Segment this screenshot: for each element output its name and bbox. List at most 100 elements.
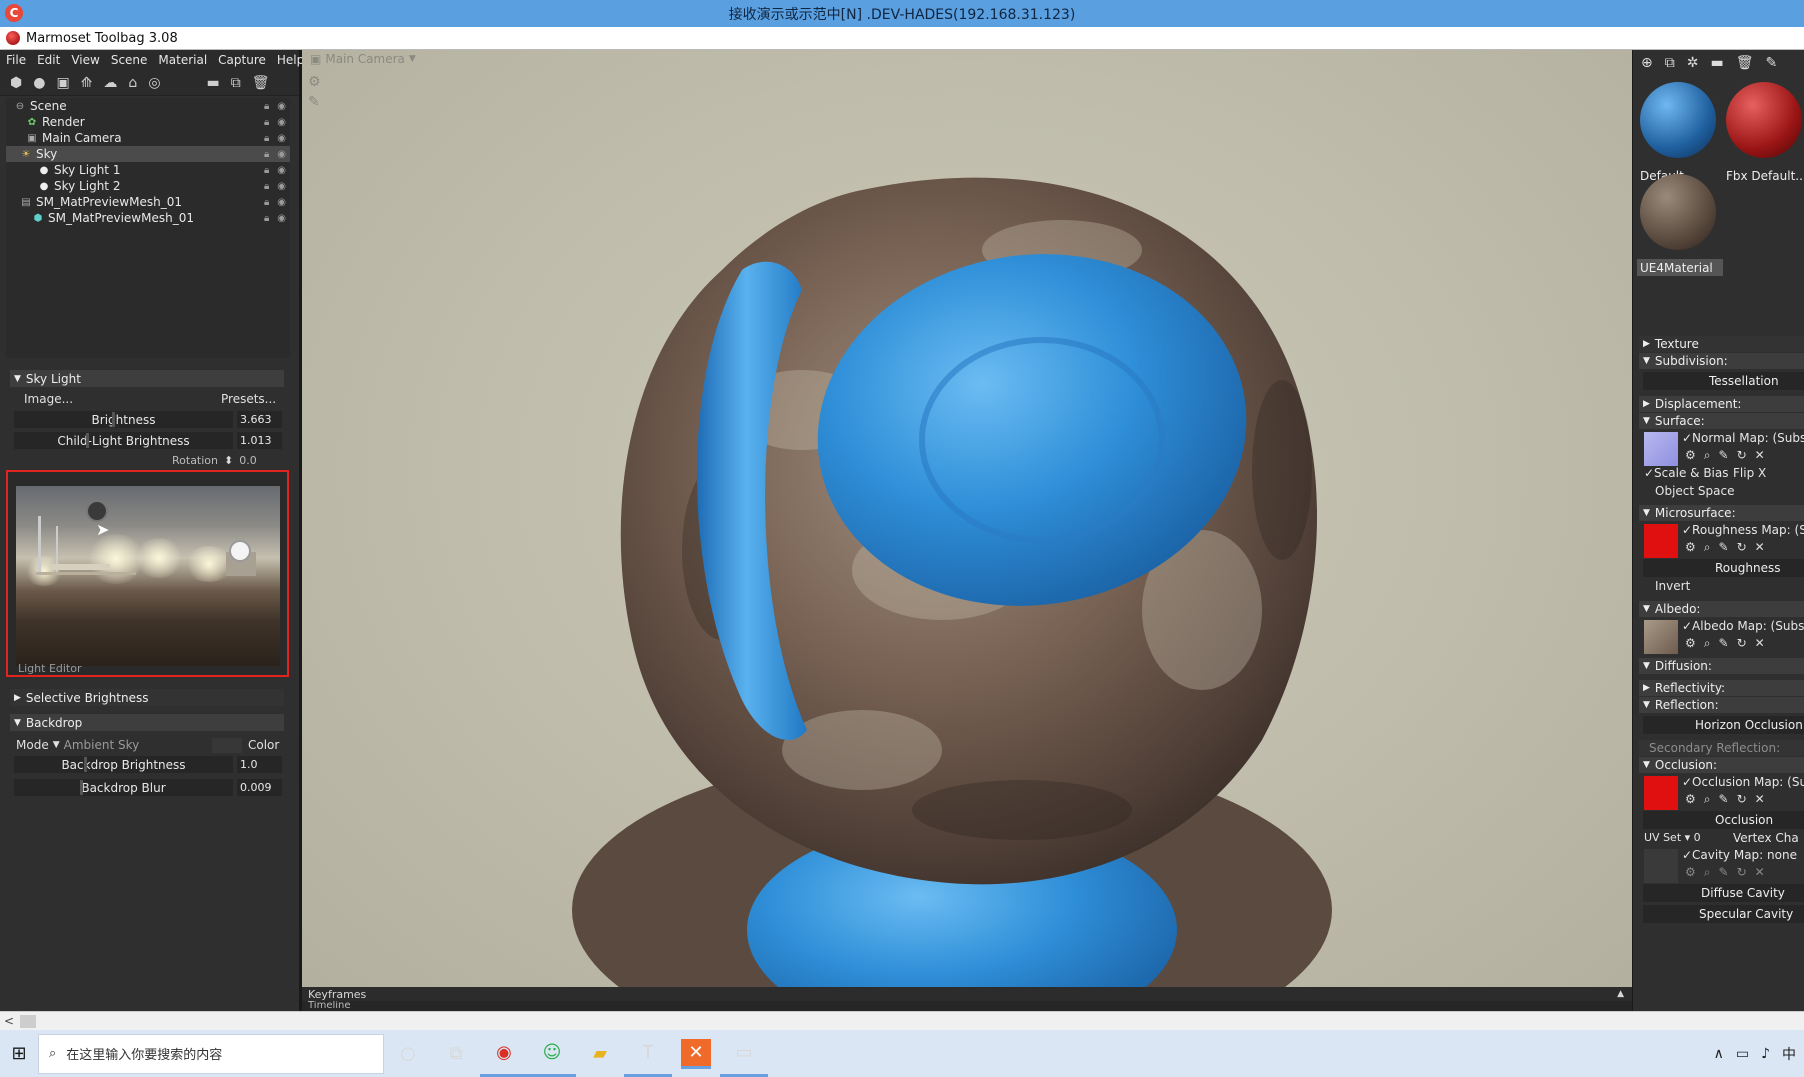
presets-button[interactable]: Presets...: [221, 389, 276, 409]
remote-desktop-icon[interactable]: ▭: [720, 1030, 768, 1077]
diffusion-header[interactable]: ▼ Diffusion:: [1639, 658, 1804, 674]
roughness-map-thumbnail[interactable]: [1644, 524, 1678, 558]
add-sky-icon[interactable]: ⌂: [128, 75, 137, 91]
close-icon[interactable]: ✕: [1755, 865, 1765, 880]
tree-item-sky[interactable]: ☀ Sky 🔒︎ ◉: [6, 146, 290, 162]
occlusion-map-thumbnail[interactable]: [1644, 776, 1678, 810]
menu-capture[interactable]: Capture: [218, 53, 266, 67]
search-icon[interactable]: ⌕: [1704, 636, 1711, 651]
viewport[interactable]: ▣ Main Camera ▼ ⚙ ✎: [302, 50, 1632, 987]
normal-map-label[interactable]: ✓Normal Map: (Subst: [1682, 431, 1804, 445]
invert-checkbox[interactable]: Invert: [1655, 579, 1690, 593]
add-mesh-icon[interactable]: ⬢: [10, 75, 22, 91]
brush-icon[interactable]: ✎: [308, 92, 321, 112]
scrollbar-thumb[interactable]: [20, 1015, 36, 1028]
add-shadow-catcher-icon[interactable]: ⟰: [81, 75, 93, 91]
keyframes-bar[interactable]: Keyframes ▲: [302, 987, 1632, 1001]
vertex-channel-dropdown[interactable]: Vertex Cha: [1733, 831, 1799, 845]
visibility-eye-icon[interactable]: ◉: [277, 133, 286, 144]
brightness-value[interactable]: 3.663: [237, 411, 282, 428]
lock-icon[interactable]: 🔒︎: [264, 181, 269, 192]
occlusion-map-label[interactable]: ✓Occlusion Map: (Sub: [1682, 775, 1804, 789]
rotation-value[interactable]: 0.0: [239, 454, 257, 467]
gear-icon[interactable]: ⚙: [1685, 865, 1696, 880]
ime-indicator[interactable]: 中: [1782, 1044, 1796, 1064]
gear-icon[interactable]: ⚙: [1685, 636, 1696, 651]
albedo-map-label[interactable]: ✓Albedo Map: (Substa: [1682, 619, 1804, 633]
reflection-header[interactable]: ▼ Reflection:: [1639, 697, 1804, 713]
lock-icon[interactable]: 🔒︎: [264, 165, 269, 176]
eyedropper-icon[interactable]: ✎: [1719, 792, 1729, 807]
network-icon[interactable]: ▭: [1736, 1046, 1749, 1062]
menu-view[interactable]: View: [71, 53, 99, 67]
close-icon[interactable]: ✕: [1755, 636, 1765, 651]
tree-item-scene[interactable]: ⊖ Scene 🔒︎ ◉: [6, 98, 290, 114]
delete-material-icon[interactable]: 🗑: [1736, 55, 1754, 71]
secondary-reflection-header[interactable]: Secondary Reflection:: [1639, 740, 1804, 756]
slider-knob[interactable]: [80, 780, 83, 795]
uv-set-dropdown[interactable]: UV Set ▾ 0: [1644, 831, 1701, 844]
backdrop-brightness-value[interactable]: 1.0: [237, 756, 282, 773]
eyedropper-icon[interactable]: ✎: [1719, 540, 1729, 555]
reflectivity-header[interactable]: ▶ Reflectivity:: [1639, 680, 1804, 696]
add-camera-icon[interactable]: ▣: [56, 75, 69, 91]
tree-item-mesh[interactable]: ⬢ SM_MatPreviewMesh_01 🔒︎ ◉: [6, 210, 290, 226]
occlusion-header[interactable]: ▼ Occlusion:: [1639, 757, 1804, 773]
rotation-spin-icon[interactable]: ⬍: [224, 454, 233, 467]
diffuse-cavity-slider[interactable]: Diffuse Cavity: [1643, 884, 1804, 902]
backdrop-blur-slider[interactable]: Backdrop Blur: [14, 779, 233, 796]
tray-expand-icon[interactable]: ∧: [1714, 1046, 1724, 1062]
reload-icon[interactable]: ↻: [1737, 448, 1747, 463]
menu-scene[interactable]: Scene: [111, 53, 148, 67]
visibility-eye-icon[interactable]: ◉: [277, 197, 286, 208]
visibility-eye-icon[interactable]: ◉: [277, 181, 286, 192]
light-editor[interactable]: Light Editor: [6, 470, 289, 677]
file-explorer-icon[interactable]: ▰: [576, 1030, 624, 1077]
slider-knob[interactable]: [84, 757, 87, 772]
visibility-eye-icon[interactable]: ◉: [277, 101, 286, 112]
volume-icon[interactable]: ♪: [1761, 1046, 1770, 1062]
backdrop-header[interactable]: ▼ Backdrop: [10, 714, 284, 731]
occlusion-slider[interactable]: Occlusion: [1643, 811, 1804, 829]
search-icon[interactable]: ⌕: [1704, 448, 1711, 463]
add-turntable-icon[interactable]: ◎: [148, 75, 160, 91]
visibility-eye-icon[interactable]: ◉: [277, 149, 286, 160]
duplicate-material-icon[interactable]: ⧉: [1665, 55, 1675, 71]
visibility-eye-icon[interactable]: ◉: [277, 213, 286, 224]
subdivision-header[interactable]: ▼ Subdivision:: [1639, 353, 1804, 369]
add-material-icon[interactable]: ⊕: [1641, 55, 1653, 71]
slider-knob[interactable]: [86, 433, 89, 448]
lock-icon[interactable]: 🔒︎: [264, 101, 269, 112]
text-editor-icon[interactable]: T: [624, 1030, 672, 1077]
tree-item-sky-light-2[interactable]: ● Sky Light 2 🔒︎ ◉: [6, 178, 290, 194]
brightness-slider[interactable]: Brightness: [14, 411, 233, 428]
app-x-icon[interactable]: ✕: [681, 1038, 711, 1069]
close-icon[interactable]: ✕: [1755, 792, 1765, 807]
visibility-eye-icon[interactable]: ◉: [277, 165, 286, 176]
lock-icon[interactable]: 🔒︎: [264, 213, 269, 224]
tree-item-main-camera[interactable]: ▣ Main Camera 🔒︎ ◉: [6, 130, 290, 146]
object-space-checkbox[interactable]: Object Space: [1655, 484, 1734, 498]
roughness-map-label[interactable]: ✓Roughness Map: (Su: [1682, 523, 1804, 537]
scale-bias-checkbox[interactable]: ✓Scale & Bias: [1644, 466, 1729, 480]
menu-file[interactable]: File: [6, 53, 26, 67]
mode-dropdown[interactable]: Ambient Sky: [64, 738, 140, 752]
add-light-icon[interactable]: ●: [33, 75, 45, 91]
sky-light-header[interactable]: ▼ Sky Light: [10, 370, 284, 387]
eyedropper-icon[interactable]: ✎: [1719, 448, 1729, 463]
sky-light-2-handle[interactable]: [229, 540, 251, 562]
chrome-icon[interactable]: ◉: [480, 1030, 528, 1077]
wechat-icon[interactable]: ☺: [528, 1030, 576, 1077]
close-icon[interactable]: ✕: [1755, 540, 1765, 555]
displacement-header[interactable]: ▶ Displacement:: [1639, 396, 1804, 412]
reload-icon[interactable]: ↻: [1737, 865, 1747, 880]
backdrop-color-swatch[interactable]: [212, 738, 242, 753]
texture-header[interactable]: ▶ Texture: [1639, 336, 1804, 352]
horizon-occlusion-slider[interactable]: Horizon Occlusion: [1643, 716, 1804, 734]
reload-icon[interactable]: ↻: [1737, 540, 1747, 555]
scroll-left-icon[interactable]: <: [4, 1014, 14, 1028]
mode-dropdown-icon[interactable]: ▼: [53, 740, 60, 750]
slider-knob[interactable]: [112, 412, 115, 427]
delete-icon[interactable]: 🗑: [252, 75, 270, 91]
visibility-eye-icon[interactable]: ◉: [277, 117, 286, 128]
